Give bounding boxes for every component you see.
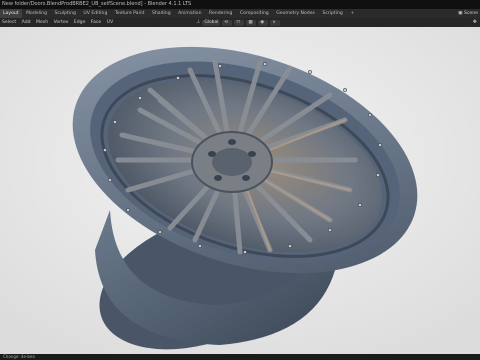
status-text: Change: 4e-bea bbox=[3, 354, 35, 359]
tab-animation[interactable]: Animation bbox=[175, 9, 204, 18]
tab-modeling[interactable]: Modeling bbox=[23, 9, 50, 18]
falloff-icon[interactable]: ∧ bbox=[270, 19, 281, 26]
tab-compositing[interactable]: Compositing bbox=[237, 9, 272, 18]
header-right-icons: ✥ bbox=[473, 18, 477, 27]
tab-shading[interactable]: Shading bbox=[149, 9, 174, 18]
snap-icon[interactable]: ⊓ bbox=[234, 19, 245, 26]
pivot-icon[interactable]: ⟲ bbox=[222, 19, 233, 26]
tab-texture-paint[interactable]: Texture Paint bbox=[112, 9, 148, 18]
tab-scripting[interactable]: Scripting bbox=[319, 9, 345, 18]
menu-face[interactable]: Face bbox=[89, 18, 103, 27]
menu-add[interactable]: Add bbox=[20, 18, 33, 27]
tab-uv-editing[interactable]: UV Editing bbox=[80, 9, 110, 18]
viewport-header: Select Add Mesh Vertex Edge Face UV ⊥ Gl… bbox=[0, 18, 480, 27]
add-workspace-button[interactable]: + bbox=[347, 9, 357, 18]
proportional-edit-icon[interactable]: ◉ bbox=[258, 19, 269, 26]
window-titlebar: New folder/Doors.BlendProdBRBE2_UB_selfS… bbox=[0, 0, 480, 9]
tab-layout[interactable]: Layout bbox=[0, 9, 22, 18]
tab-sculpting[interactable]: Sculpting bbox=[51, 9, 78, 18]
transform-tools: ⊥ Global ⟲ ⊓ ▦ ◉ ∧ bbox=[196, 19, 281, 26]
menu-mesh[interactable]: Mesh bbox=[34, 18, 50, 27]
status-bar: Change: 4e-bea bbox=[0, 354, 480, 360]
menu-uv[interactable]: UV bbox=[105, 18, 116, 27]
gizmo-icon[interactable]: ✥ bbox=[473, 18, 477, 27]
tab-rendering[interactable]: Rendering bbox=[206, 9, 235, 18]
scene-selector[interactable]: ▣ Scene bbox=[458, 9, 478, 18]
wheel-hub-cap bbox=[212, 148, 252, 176]
snap-target-icon[interactable]: ▦ bbox=[246, 19, 257, 26]
menu-vertex[interactable]: Vertex bbox=[52, 18, 71, 27]
workspace-tabs-bar: Layout Modeling Sculpting UV Editing Tex… bbox=[0, 9, 480, 18]
3d-viewport[interactable] bbox=[0, 27, 480, 354]
menu-select[interactable]: Select bbox=[0, 18, 18, 27]
transform-orientation-dropdown[interactable]: Global bbox=[202, 19, 221, 26]
tab-geometry-nodes[interactable]: Geometry Nodes bbox=[273, 9, 318, 18]
transform-orientation-icon: ⊥ bbox=[196, 19, 201, 25]
scene-label: Scene bbox=[463, 11, 478, 16]
window-title: New folder/Doors.BlendProdBRBE2_UB_selfS… bbox=[2, 1, 192, 7]
menu-edge[interactable]: Edge bbox=[72, 18, 88, 27]
wheel-render bbox=[0, 27, 480, 354]
